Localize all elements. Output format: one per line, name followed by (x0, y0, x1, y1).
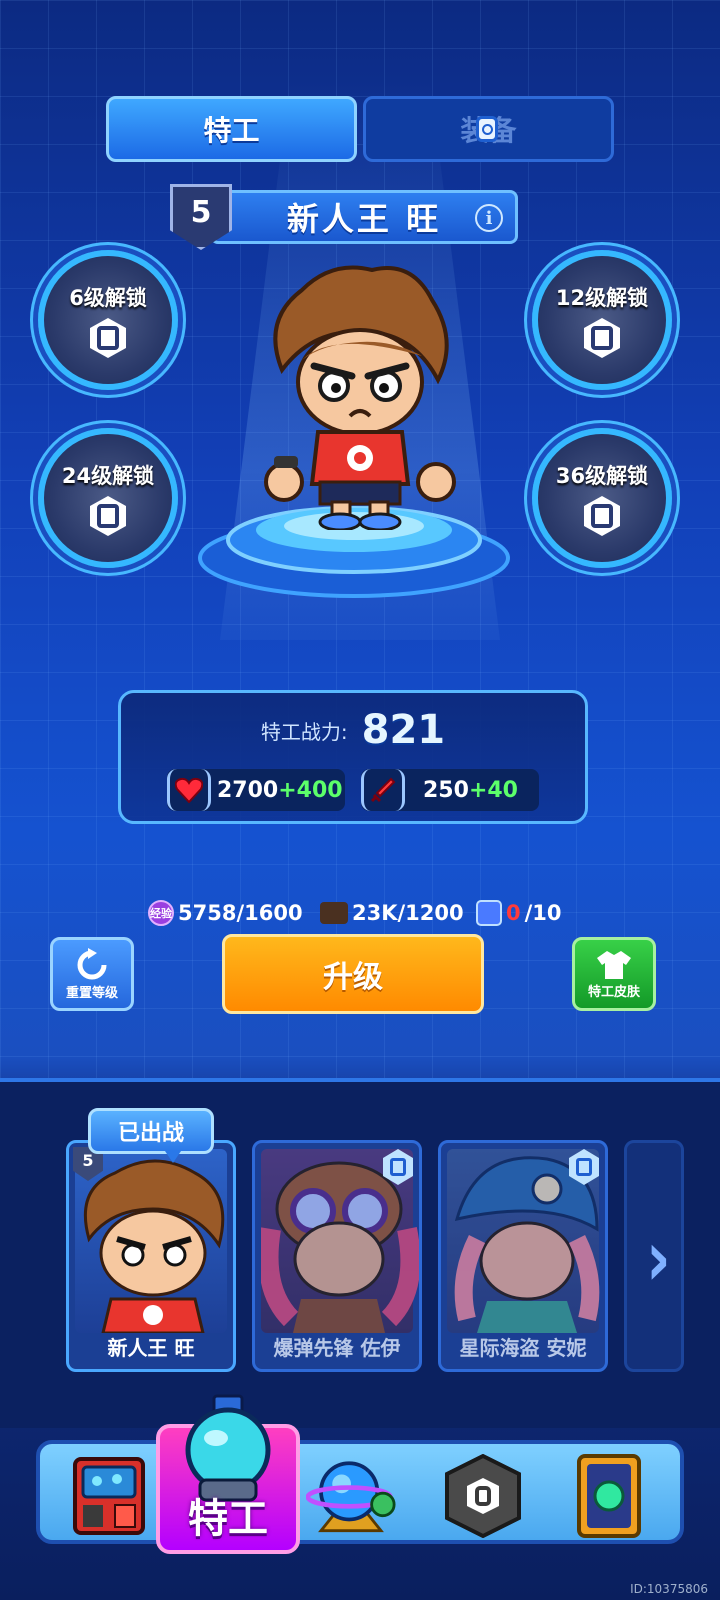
exp-resource: 经验 5758/1600 (148, 900, 303, 926)
portal-icon (577, 1454, 641, 1538)
lock-icon (90, 496, 126, 536)
lock-icon (584, 318, 620, 358)
agent-card-1[interactable]: 5 新人王 旺 (66, 1140, 236, 1372)
sword-icon (361, 769, 405, 811)
agent-card-name: 星际海盗 安妮 (459, 1336, 587, 1360)
nav-shop[interactable] (64, 1452, 154, 1540)
lock-icon (476, 116, 498, 142)
skill-slot-1[interactable]: 6级解锁 (38, 250, 178, 390)
info-icon[interactable]: i (475, 204, 503, 232)
deployed-tag: 已出战 (88, 1108, 214, 1163)
agent-name-bar: 新人王 旺 i (210, 190, 518, 244)
nav-portal[interactable] (564, 1452, 654, 1540)
power-value: 821 (361, 707, 446, 753)
tab-agent[interactable]: 特工 (106, 96, 357, 162)
agent-card-2[interactable]: 爆弹先锋 佐伊 (252, 1140, 422, 1372)
agent-card-3[interactable]: 星际海盗 安妮 (438, 1140, 608, 1372)
planet-icon (306, 1461, 396, 1533)
arcade-machine-icon (73, 1457, 145, 1535)
nav-planet[interactable] (306, 1452, 396, 1540)
cash-icon (320, 902, 348, 924)
skill-slot-2[interactable]: 12级解锁 (532, 250, 672, 390)
bottom-nav (36, 1440, 684, 1544)
power-panel: 特工战力: 821 2700 +400 250 +40 (118, 690, 588, 824)
agent-card-name: 爆弹先锋 佐伊 (273, 1336, 401, 1360)
agent-skin-button[interactable]: 特工皮肤 (572, 937, 656, 1011)
agent-name: 新人王 旺 (286, 200, 442, 238)
hero-character (264, 265, 456, 530)
top-tabs: 特工 装备 (106, 96, 614, 162)
power-label: 特工战力: (260, 719, 348, 744)
nav-agent-label: 特工 (188, 1496, 268, 1542)
lock-icon (90, 318, 126, 358)
watermark-id: ID:10375806 (630, 1582, 708, 1596)
cash-resource: 23K/1200 (320, 898, 464, 928)
skill-slot-4[interactable]: 36级解锁 (532, 428, 672, 568)
tab-equipment[interactable]: 装备 (363, 96, 614, 162)
card-icon (476, 900, 502, 926)
nav-locked[interactable] (438, 1452, 528, 1540)
card-resource: 0/10 (476, 898, 562, 928)
upgrade-button[interactable]: 升级 (222, 934, 484, 1014)
chevron-right-icon[interactable]: › (646, 1214, 671, 1305)
locked-cube-icon (445, 1454, 521, 1538)
hp-stat: 2700 +400 (167, 769, 345, 811)
shirt-icon (597, 950, 631, 979)
attack-stat: 250 +40 (361, 769, 539, 811)
agent-card-name: 新人王 旺 (107, 1336, 195, 1360)
heart-icon (167, 769, 211, 811)
reset-level-button[interactable]: 重置等级 (50, 937, 134, 1011)
skill-slot-3[interactable]: 24级解锁 (38, 428, 178, 568)
agent-portrait (75, 1149, 227, 1335)
nav-agent-active[interactable]: 特工 (156, 1394, 300, 1554)
exp-icon: 经验 (148, 900, 174, 926)
lock-icon (584, 496, 620, 536)
refresh-icon (77, 947, 107, 979)
